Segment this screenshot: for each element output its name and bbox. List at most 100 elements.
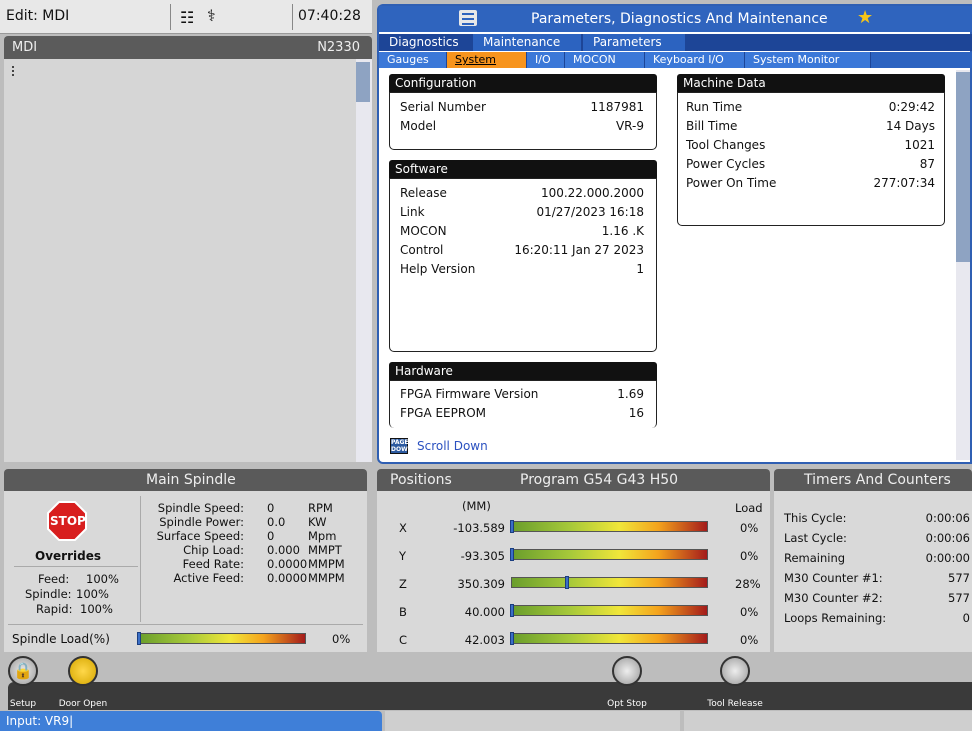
axis-load-z: 28%: [735, 577, 761, 591]
divider: [8, 624, 363, 625]
spindle-load-label: Spindle Load(%): [12, 632, 110, 646]
divider: [14, 566, 138, 567]
tool-release-button[interactable]: Tool Release: [707, 656, 763, 709]
positions-header: Positions Program G54 G43 H50: [377, 469, 770, 491]
software-header: Software: [389, 160, 657, 178]
menu-icon[interactable]: [459, 10, 477, 26]
axis-load-x: 0%: [740, 521, 759, 535]
page-down-icon[interactable]: PAGE DOWN: [390, 438, 413, 454]
secondary-tabs: Gauges System I/O MOCON Keyboard I/O Sys…: [379, 52, 972, 68]
hardware-box: FPGA Firmware Version 1.69 FPGA EEPROM 16: [389, 380, 657, 428]
software-row: Link 01/27/2023 16:18: [400, 205, 644, 219]
mdi-header: MDI N2330: [4, 36, 372, 59]
config-row: Serial Number 1187981: [400, 100, 644, 114]
axis-load-bar: [510, 548, 708, 561]
status-field: [684, 711, 972, 731]
setup-button[interactable]: 🔒 Setup: [8, 656, 38, 709]
positions-title: Positions: [390, 472, 452, 488]
star-icon[interactable]: ★: [857, 7, 873, 28]
mdi-scrollbar[interactable]: [356, 59, 372, 462]
override-rapid-label: Rapid:: [36, 602, 73, 616]
machine-data-box: Run Time 0:29:42 Bill Time 14 Days Tool Ch…: [677, 92, 945, 226]
tool-release-icon[interactable]: [720, 656, 750, 686]
axis-value-z: 350.309: [457, 577, 505, 591]
hardware-row: FPGA Firmware Version 1.69: [400, 387, 644, 401]
axis-load-b: 0%: [740, 605, 759, 619]
axis-value-y: -93.305: [460, 549, 505, 563]
axis-label-y: Y: [399, 549, 407, 563]
probe-icon: ⚕: [207, 6, 216, 25]
parameters-title: Parameters, Diagnostics And Maintenance: [531, 11, 828, 27]
wifi-icon: ☷: [180, 8, 195, 27]
door-open-button[interactable]: Door Open: [59, 656, 107, 709]
toolbar-strip: [8, 682, 972, 710]
axis-value-x: -103.589: [453, 521, 505, 535]
n-number: N2330: [317, 40, 360, 55]
edit-mode-label: Edit: MDI: [6, 8, 70, 24]
axis-load-c: 0%: [740, 633, 759, 647]
clock: 07:40:28: [298, 8, 361, 24]
overrides-label: Overrides: [35, 549, 101, 563]
divider: [292, 4, 293, 30]
software-row: Help Version 1: [400, 262, 644, 276]
tab-keyboard-io[interactable]: Keyboard I/O: [645, 52, 745, 68]
tab-diagnostics[interactable]: Diagnostics: [379, 34, 471, 51]
software-row: Release 100.22.000.2000: [400, 186, 644, 200]
axis-label-x: X: [399, 521, 407, 535]
mdi-editor[interactable]: [4, 59, 356, 462]
tab-io[interactable]: I/O: [527, 52, 565, 68]
axis-load-bar: [511, 576, 708, 589]
software-row: Control 16:20:11 Jan 27 2023: [400, 243, 644, 257]
axis-value-c: 42.003: [464, 633, 505, 647]
configuration-header: Configuration: [389, 74, 657, 92]
tab-maintenance[interactable]: Maintenance: [473, 34, 581, 51]
machine-data-header: Machine Data: [677, 74, 945, 92]
door-icon[interactable]: [68, 656, 98, 686]
tool-release-label: Tool Release: [707, 699, 763, 709]
main-spindle-title: Main Spindle: [146, 472, 236, 488]
divider: [170, 4, 171, 30]
axis-load-y: 0%: [740, 549, 759, 563]
override-rapid-value: 100%: [80, 602, 113, 616]
override-feed-value: 100%: [86, 572, 119, 586]
machine-row: Power Cycles 87: [686, 157, 935, 171]
mdi-title: MDI: [12, 40, 38, 55]
opt-stop-label: Opt Stop: [607, 699, 647, 709]
opt-stop-button[interactable]: Opt Stop: [607, 656, 647, 709]
parameters-title-bar: Parameters, Diagnostics And Maintenance …: [379, 6, 972, 32]
scroll-down-label[interactable]: Scroll Down: [417, 439, 488, 453]
override-feed-label: Feed:: [38, 572, 70, 586]
hardware-header: Hardware: [389, 362, 657, 380]
tab-system[interactable]: System: [447, 52, 527, 68]
config-row: Model VR-9: [400, 119, 644, 133]
tab-gauges[interactable]: Gauges: [379, 52, 447, 68]
lock-icon[interactable]: 🔒: [8, 656, 38, 686]
timers-header: Timers And Counters: [774, 469, 972, 491]
tab-system-monitor[interactable]: System Monitor: [745, 52, 871, 68]
input-field[interactable]: Input: VR9|: [0, 711, 382, 731]
program-offsets: Program G54 G43 H50: [520, 472, 679, 488]
timers-title: Timers And Counters: [804, 472, 951, 488]
machine-row: Bill Time 14 Days: [686, 119, 935, 133]
override-spindle-label: Spindle:: [25, 587, 72, 601]
divider: [140, 496, 141, 622]
machine-row: Run Time 0:29:42: [686, 100, 935, 114]
positions-unit: (MM): [462, 499, 491, 513]
axis-load-bar: [510, 632, 708, 645]
spindle-load-bar: [137, 632, 306, 645]
parameters-scrollbar-thumb[interactable]: [956, 72, 970, 262]
axis-label-b: B: [399, 605, 407, 619]
tab-mocon[interactable]: MOCON: [565, 52, 645, 68]
axis-label-z: Z: [399, 577, 407, 591]
positions-panel: [377, 491, 770, 655]
opt-stop-icon[interactable]: [612, 656, 642, 686]
mdi-scrollbar-thumb[interactable]: [356, 62, 370, 102]
text-cursor: [12, 66, 14, 76]
configuration-box: Serial Number 1187981 Model VR-9: [389, 92, 657, 150]
tab-parameters[interactable]: Parameters: [583, 34, 685, 51]
axis-load-bar: [510, 604, 708, 617]
stop-label: STOP: [50, 514, 86, 528]
override-spindle-value: 100%: [76, 587, 109, 601]
status-bar: Edit: MDI ☷ ⚕ 07:40:28: [0, 0, 372, 34]
input-text: Input: VR9|: [6, 714, 74, 728]
